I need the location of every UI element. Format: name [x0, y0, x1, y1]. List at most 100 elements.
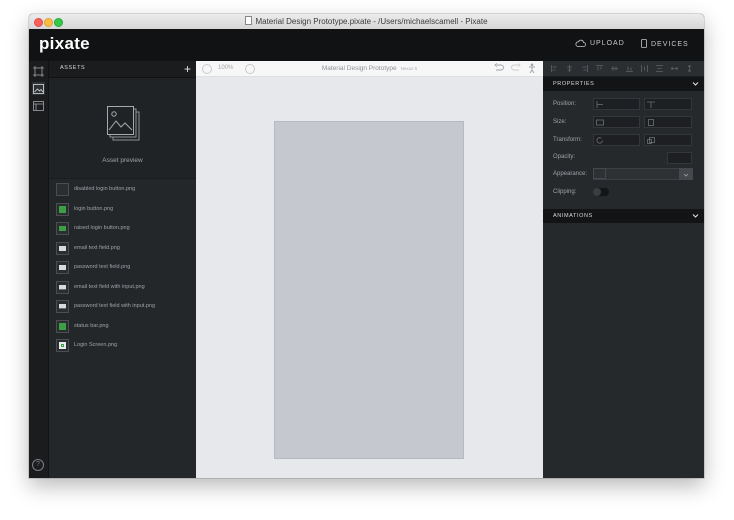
asset-thumbnail — [56, 280, 69, 294]
redo-icon[interactable] — [511, 63, 521, 72]
scale-field[interactable] — [644, 134, 692, 146]
asset-list-item[interactable]: password text field with input.png — [54, 298, 192, 315]
asset-thumbnail — [56, 300, 69, 313]
assets-title: ASSETS — [60, 65, 86, 71]
asset-label: password text field.png — [74, 264, 131, 270]
animations-header[interactable]: ANIMATIONS — [543, 209, 704, 223]
asset-label: login button.png — [74, 205, 114, 212]
component-icon — [33, 100, 44, 111]
transform-label: Transform: — [553, 137, 582, 143]
asset-list-item[interactable]: email text field with input.png — [54, 279, 192, 296]
image-placeholder-icon — [107, 106, 140, 141]
window-title: Material Design Prototype.pixate - /User… — [29, 16, 704, 26]
appearance-dropdown-button[interactable] — [679, 168, 693, 180]
height-field[interactable] — [644, 116, 692, 128]
cloud-icon — [575, 39, 586, 47]
pixate-logo: pixate — [39, 34, 90, 53]
asset-thumbnail-content — [59, 265, 66, 270]
align-bottom-icon[interactable] — [626, 65, 633, 72]
asset-thumbnail — [56, 339, 69, 352]
asset-thumbnail-content — [59, 284, 66, 290]
asset-preview-label: Asset preview — [102, 157, 143, 164]
asset-label: raised login button.png — [74, 225, 130, 231]
add-asset-button[interactable]: + — [184, 61, 191, 77]
project-title-text: Material Design Prototype — [321, 65, 397, 72]
person-icon[interactable] — [528, 63, 536, 73]
asset-list-item[interactable]: Login Screen.png — [54, 337, 192, 354]
asset-thumbnail — [56, 241, 69, 255]
canvas-toolbar: 100% Material Design Prototype Nexus 5 — [196, 61, 543, 77]
asset-thumbnail-content — [59, 226, 66, 231]
height-icon — [648, 119, 654, 126]
undo-icon[interactable] — [494, 63, 504, 72]
animations-title: ANIMATIONS — [553, 213, 593, 219]
chevron-down-icon — [692, 82, 699, 86]
distribute-horizontal-icon[interactable] — [641, 65, 648, 72]
assets-panel: ASSETS + Asset preview disabled login bu… — [49, 61, 196, 478]
align-middle-icon[interactable] — [611, 65, 618, 72]
appearance-select[interactable] — [593, 168, 693, 180]
clipping-toggle-knob — [593, 188, 601, 196]
asset-list-item[interactable]: status bar.png — [54, 318, 192, 335]
assets-header: ASSETS + — [49, 61, 196, 78]
fill-color-swatch[interactable] — [593, 168, 606, 179]
asset-label: status bar.png — [74, 322, 109, 329]
rotate-icon — [596, 137, 603, 144]
distribute-vertical-icon[interactable] — [656, 65, 663, 72]
position-y-field[interactable] — [644, 98, 692, 110]
asset-label: email text field.png — [74, 244, 120, 251]
image-icon — [33, 83, 44, 94]
align-right-icon[interactable] — [581, 65, 588, 72]
canvas-area: 100% Material Design Prototype Nexus 5 — [196, 61, 543, 478]
components-tab[interactable] — [32, 99, 45, 112]
match-height-icon[interactable] — [686, 65, 693, 72]
asset-thumbnail-content — [59, 245, 66, 251]
asset-list-item[interactable]: disabled login button.png — [54, 181, 192, 198]
document-icon — [245, 16, 253, 25]
layers-tab[interactable] — [32, 65, 45, 78]
app-header: pixate UPLOAD DEVICES — [29, 29, 704, 61]
align-left-icon[interactable] — [551, 65, 558, 72]
y-axis-icon — [647, 101, 655, 108]
clipping-label: Clipping: — [553, 189, 577, 195]
asset-thumbnail — [56, 319, 69, 333]
rotation-field[interactable] — [593, 134, 640, 146]
asset-list-item[interactable]: email text field.png — [54, 240, 192, 257]
help-icon[interactable]: ? — [32, 459, 44, 471]
properties-header[interactable]: PROPERTIES — [543, 77, 704, 91]
properties-title: PROPERTIES — [553, 81, 595, 87]
left-tool-rail: ? — [29, 61, 49, 478]
window-title-text: Material Design Prototype.pixate - /User… — [255, 17, 488, 26]
asset-list-item[interactable]: password text field.png — [54, 259, 192, 276]
asset-thumbnail — [56, 202, 69, 216]
chevron-down-icon — [692, 214, 699, 218]
phone-icon — [641, 39, 647, 48]
device-label[interactable]: Nexus 5 — [401, 66, 418, 71]
upload-button[interactable]: UPLOAD — [575, 39, 625, 47]
clipping-toggle[interactable] — [593, 188, 609, 196]
layers-icon — [33, 66, 44, 77]
width-field[interactable] — [593, 116, 640, 128]
align-top-icon[interactable] — [596, 65, 603, 72]
asset-label: disabled login button.png — [74, 186, 136, 192]
app-window: Material Design Prototype.pixate - /User… — [29, 14, 704, 478]
opacity-field[interactable] — [667, 152, 692, 164]
asset-list-item[interactable]: login button.png — [54, 201, 192, 218]
match-width-icon[interactable] — [671, 65, 678, 72]
asset-thumbnail-content — [59, 322, 66, 330]
upload-label: UPLOAD — [590, 40, 625, 47]
artboard[interactable] — [274, 121, 464, 459]
x-axis-icon — [596, 101, 603, 108]
scale-icon — [647, 137, 655, 144]
devices-label: DEVICES — [651, 41, 689, 48]
asset-label: password text field with input.png — [74, 303, 156, 309]
devices-button[interactable]: DEVICES — [641, 39, 689, 48]
assets-tab[interactable] — [32, 82, 45, 95]
properties-panel: PROPERTIES Position: Size: Transform: Op… — [543, 61, 704, 478]
position-label: Position: — [553, 101, 577, 107]
asset-thumbnail-content — [59, 342, 66, 349]
align-center-icon[interactable] — [566, 65, 573, 72]
asset-thumbnail — [56, 261, 69, 274]
position-x-field[interactable] — [593, 98, 640, 110]
asset-list-item[interactable]: raised login button.png — [54, 220, 192, 237]
